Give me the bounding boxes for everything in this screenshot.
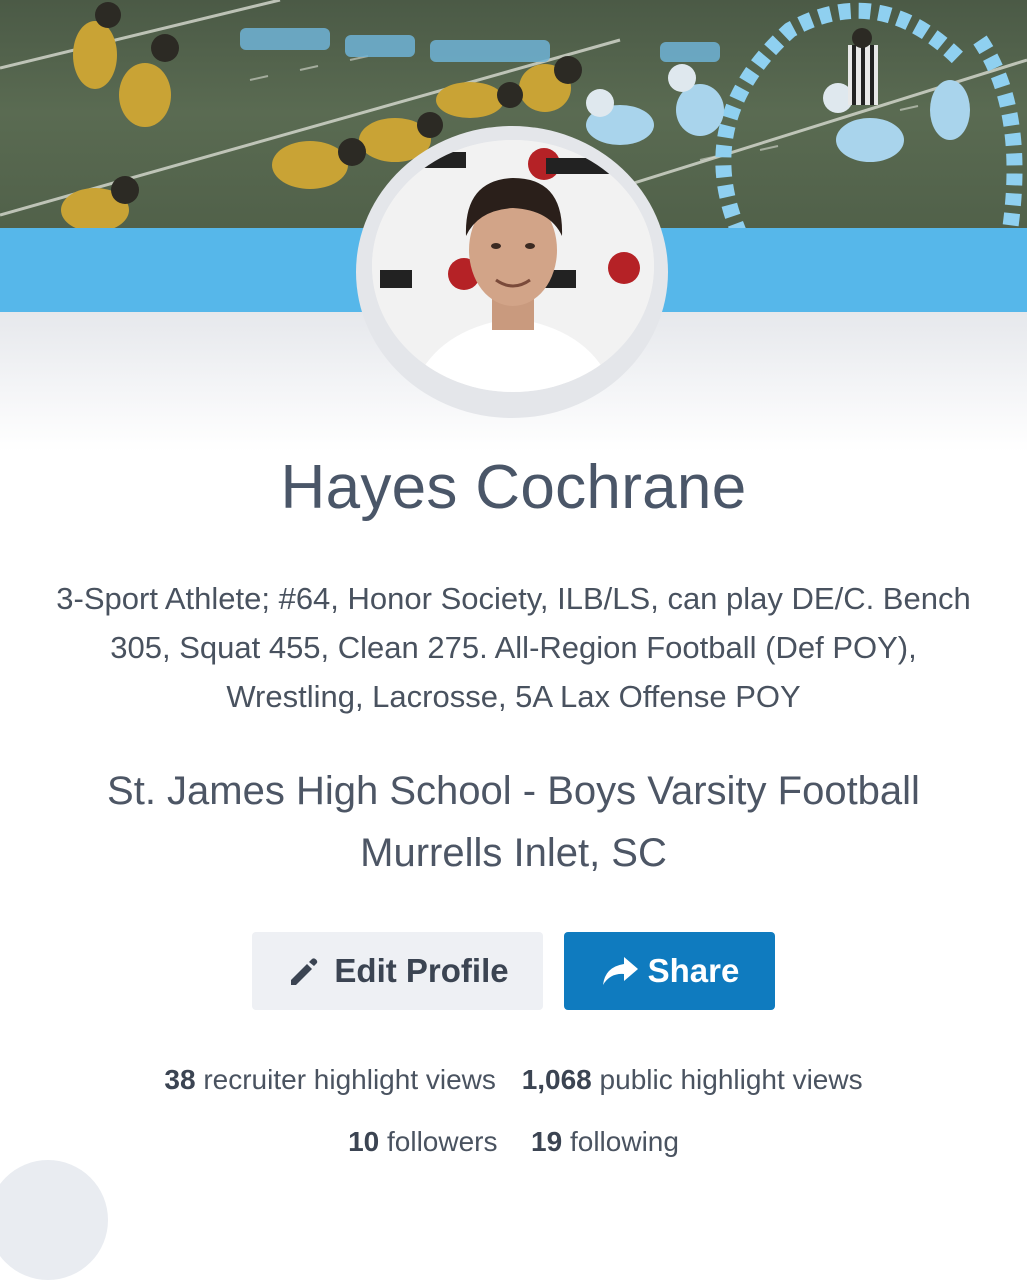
profile-school: St. James High School - Boys Varsity Foo… [107, 769, 920, 813]
public-views-label: public highlight views [599, 1064, 863, 1095]
following-count: 19 [531, 1126, 563, 1157]
recruiter-views-count: 38 [164, 1064, 196, 1095]
share-arrow-icon [600, 953, 638, 989]
share-button[interactable]: Share [564, 932, 775, 1010]
share-label: Share [647, 952, 740, 989]
floating-action-button[interactable] [0, 1160, 108, 1280]
profile-school-block: St. James High School - Boys Varsity Foo… [30, 760, 997, 884]
profile-name: Hayes Cochrane [280, 453, 747, 522]
following-label: following [569, 1126, 679, 1157]
avatar-photo [372, 140, 654, 392]
followers-label: followers [387, 1126, 498, 1157]
profile-bio: 3-Sport Athlete; #64, Honor Society, ILB… [56, 581, 971, 714]
profile-location: Murrells Inlet, SC [360, 831, 667, 875]
edit-profile-button[interactable]: Edit Profile [252, 932, 543, 1010]
highlight-views-stats: 38 recruiter highlight views 1,068 publi… [0, 1064, 1027, 1096]
following-link[interactable]: 19 following [531, 1126, 679, 1157]
recruiter-views-label: recruiter highlight views [203, 1064, 496, 1095]
followers-link[interactable]: 10 followers [348, 1126, 505, 1157]
pencil-icon [286, 953, 322, 989]
followers-count: 10 [348, 1126, 380, 1157]
edit-profile-label: Edit Profile [334, 952, 509, 989]
follow-stats: 10 followers 19 following [0, 1126, 1027, 1158]
avatar[interactable] [372, 140, 654, 392]
public-views-count: 1,068 [521, 1064, 592, 1095]
